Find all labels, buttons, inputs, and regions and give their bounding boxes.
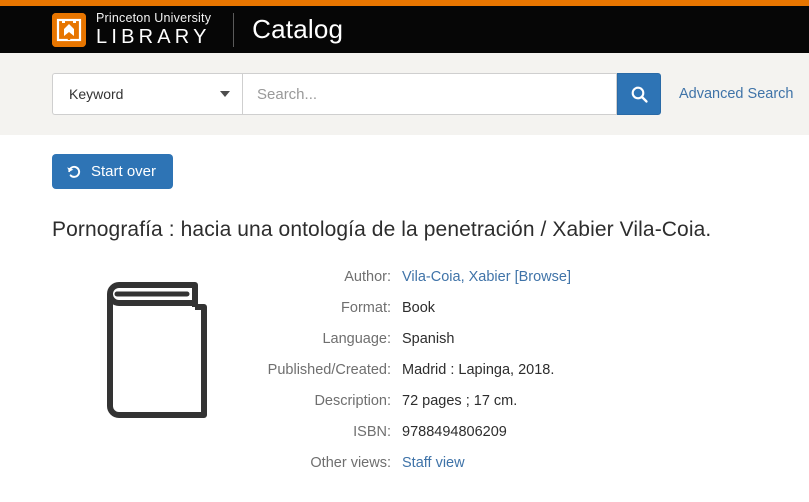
- site-masthead: Princeton University LIBRARY Catalog: [0, 6, 809, 53]
- field-row-author: Author: Vila-Coia, Xabier [Browse]: [262, 269, 757, 285]
- book-placeholder-icon: [107, 282, 207, 419]
- field-row-language: Language: Spanish: [262, 331, 757, 347]
- page-title: Pornografía : hacia una ontología de la …: [52, 218, 712, 241]
- search-field-select[interactable]: Keyword: [52, 73, 242, 115]
- field-value-language: Spanish: [402, 331, 455, 348]
- field-row-description: Description: 72 pages ; 17 cm.: [262, 393, 757, 409]
- cover-column: [52, 265, 262, 486]
- princeton-library-book-shield-icon: [52, 12, 86, 47]
- search-form: Keyword: [52, 73, 661, 115]
- start-over-label: Start over: [91, 163, 157, 180]
- field-row-format: Format: Book: [262, 300, 757, 316]
- search-field-select-value: Keyword: [69, 86, 124, 102]
- field-label: ISBN:: [353, 424, 391, 441]
- field-label: Other views:: [310, 455, 391, 472]
- field-row-other-views: Other views: Staff view: [262, 455, 757, 471]
- advanced-search-link[interactable]: Advanced Search: [679, 86, 793, 102]
- field-value-published-created: Madrid : Lapinga, 2018.: [402, 362, 555, 379]
- wordmark-line-1: Princeton University: [96, 11, 212, 26]
- field-label: Format:: [341, 300, 391, 317]
- field-row-isbn: ISBN: 9788494806209: [262, 424, 757, 440]
- masthead-divider: [233, 12, 235, 47]
- field-value-staff-view[interactable]: Staff view: [402, 455, 465, 471]
- wordmark-line-2: LIBRARY: [96, 25, 211, 48]
- field-label: Published/Created:: [267, 362, 391, 379]
- start-over-button[interactable]: Start over: [52, 154, 174, 189]
- undo-arrow-icon: [67, 165, 81, 178]
- field-value-description: 72 pages ; 17 cm.: [402, 393, 518, 410]
- search-icon: [631, 86, 648, 103]
- field-label: Language:: [322, 331, 391, 348]
- library-wordmark: Princeton University LIBRARY: [96, 12, 211, 47]
- search-band: Keyword Advanced Search: [0, 53, 809, 135]
- field-row-published-created: Published/Created: Madrid : Lapinga, 201…: [262, 362, 757, 378]
- field-value-format: Book: [402, 300, 436, 317]
- record-body: Author: Vila-Coia, Xabier [Browse] Forma…: [52, 265, 757, 486]
- brand-lockup[interactable]: Princeton University LIBRARY: [52, 12, 211, 47]
- field-value-isbn: 9788494806209: [402, 424, 507, 441]
- start-over-row: Start over: [52, 135, 757, 189]
- search-submit-button[interactable]: [617, 73, 661, 115]
- field-label: Description:: [314, 393, 391, 410]
- main-content: Start over Pornografía : hacia una ontol…: [0, 135, 809, 487]
- app-name-catalog[interactable]: Catalog: [252, 14, 343, 45]
- field-label: Author:: [344, 269, 391, 286]
- metadata-fields: Author: Vila-Coia, Xabier [Browse] Forma…: [262, 265, 757, 486]
- search-input[interactable]: [242, 73, 617, 115]
- field-value-author[interactable]: Vila-Coia, Xabier [Browse]: [402, 269, 571, 285]
- chevron-down-icon: [220, 91, 230, 97]
